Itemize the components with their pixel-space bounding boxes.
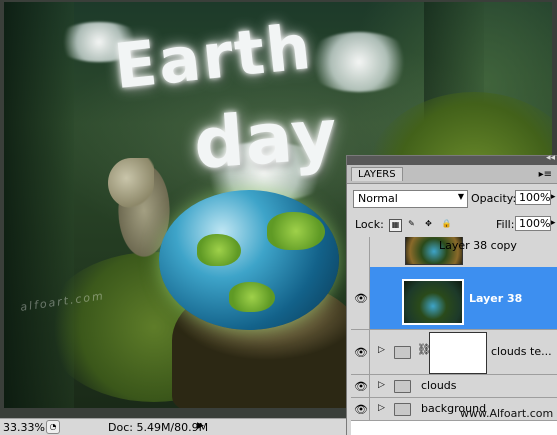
layer-row-clouds[interactable]: 👁 ▷ clouds bbox=[351, 375, 557, 398]
fill-input[interactable]: 100% bbox=[515, 216, 551, 231]
expand-group-icon[interactable]: ▷ bbox=[378, 380, 385, 390]
fill-label: Fill: bbox=[496, 218, 515, 231]
layer-row-layer-38[interactable]: 👁 Layer 38 bbox=[351, 267, 557, 330]
site-watermark: www.Alfoart.com bbox=[460, 407, 554, 420]
panel-menu-icon[interactable]: ▸≡ bbox=[539, 169, 552, 180]
blend-mode-value: Normal bbox=[358, 192, 398, 205]
collapse-panel-icon[interactable]: ◂◂ bbox=[546, 153, 555, 163]
folder-icon bbox=[394, 403, 411, 416]
layer-thumbnail bbox=[402, 279, 464, 325]
visibility-toggle[interactable]: 👁 bbox=[351, 375, 370, 397]
eye-icon: 👁 bbox=[354, 403, 368, 416]
artwork-title-day: day bbox=[191, 93, 341, 185]
chevron-down-icon: ▼ bbox=[457, 192, 464, 201]
continent bbox=[229, 282, 275, 312]
layer-name: Layer 38 bbox=[469, 292, 523, 305]
visibility-toggle[interactable]: 👁 bbox=[351, 398, 370, 420]
visibility-toggle[interactable]: 👁 bbox=[351, 330, 370, 374]
tab-layers[interactable]: LAYERS bbox=[351, 167, 403, 181]
angel-wing bbox=[108, 158, 154, 208]
folder-icon bbox=[394, 346, 411, 359]
fill-slider-arrow-icon[interactable]: ▸ bbox=[551, 218, 556, 228]
eye-icon: 👁 bbox=[354, 292, 368, 305]
lock-position-move-icon[interactable]: ✥ bbox=[423, 219, 434, 230]
layer-name: clouds te... bbox=[491, 345, 552, 358]
continent bbox=[197, 234, 241, 266]
layer-row-layer-38-copy[interactable]: Layer 38 copy bbox=[351, 237, 557, 268]
folder-icon bbox=[394, 380, 411, 393]
continent bbox=[267, 212, 325, 250]
expand-group-icon[interactable]: ▷ bbox=[378, 345, 385, 355]
layer-name: Layer 38 copy bbox=[439, 239, 517, 252]
lock-transparent-icon[interactable]: ▦ bbox=[389, 219, 402, 232]
layer-name: clouds bbox=[421, 379, 457, 392]
opacity-slider-arrow-icon[interactable]: ▸ bbox=[551, 192, 556, 202]
cloud-puff bbox=[304, 32, 414, 92]
eye-icon: 👁 bbox=[354, 346, 368, 359]
lock-image-brush-icon[interactable]: ✎ bbox=[406, 219, 417, 230]
zoom-level[interactable]: 33.33% bbox=[3, 421, 45, 434]
opacity-label: Opacity: bbox=[471, 192, 517, 205]
visibility-toggle[interactable]: 👁 bbox=[351, 267, 370, 329]
zoom-button-icon[interactable]: ◔ bbox=[46, 420, 60, 434]
doc-size: Doc: 5.49M/80.9M bbox=[108, 421, 209, 434]
layer-mask-thumbnail bbox=[429, 332, 487, 374]
opacity-input[interactable]: 100% bbox=[515, 190, 551, 205]
artwork-title-earth: Earth bbox=[110, 9, 316, 104]
lock-label: Lock: bbox=[355, 218, 384, 231]
layer-list[interactable]: Layer 38 copy 👁 Layer 38 👁 ▷ ⛓ clouds te… bbox=[351, 237, 557, 435]
expand-group-icon[interactable]: ▷ bbox=[378, 403, 385, 413]
layers-panel: ◂◂ LAYERS ▸≡ Normal ▼ Opacity: 100% ▸ Lo… bbox=[346, 153, 557, 435]
blend-mode-select[interactable]: Normal ▼ bbox=[353, 190, 468, 208]
layer-row-clouds-text[interactable]: 👁 ▷ ⛓ clouds te... bbox=[351, 330, 557, 375]
visibility-toggle-empty[interactable] bbox=[351, 237, 370, 267]
panel-header-strip: ◂◂ bbox=[347, 153, 557, 165]
eye-icon: 👁 bbox=[354, 380, 368, 393]
panel-tab-row: LAYERS ▸≡ bbox=[347, 165, 557, 184]
status-menu-arrow-icon[interactable]: ▶ bbox=[197, 421, 204, 431]
lock-all-padlock-icon[interactable]: 🔒 bbox=[441, 219, 452, 230]
earth-globe bbox=[159, 190, 339, 330]
